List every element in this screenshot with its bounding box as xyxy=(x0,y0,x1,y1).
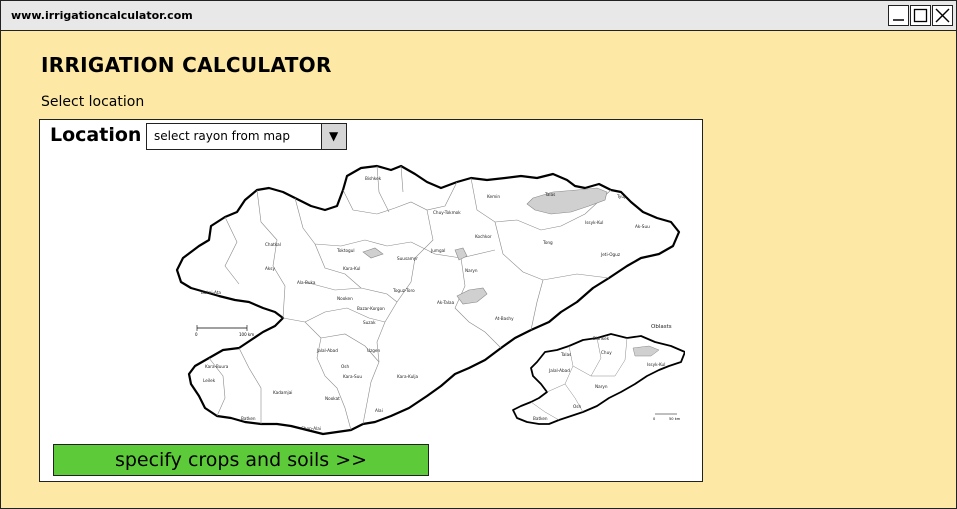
map-label: Suzak xyxy=(363,320,376,325)
scale-label: 100 km xyxy=(239,332,254,337)
map-label: Bakai-Ata xyxy=(201,290,221,295)
map-label: Batken xyxy=(241,416,256,421)
map-label: Kara-Kulja xyxy=(397,374,419,379)
map-label: Kara-Buura xyxy=(205,364,229,369)
map-label: Toguz-Toro xyxy=(392,288,415,293)
map-label: Nooken xyxy=(337,296,353,301)
inset-title: Oblasts xyxy=(651,324,672,330)
map-label: Kemin xyxy=(487,194,500,199)
oblast-inset-map[interactable]: Oblasts Talas Chuy Issyk-Kul Jalal-Abad … xyxy=(512,324,685,425)
map-label: Suusamyr xyxy=(397,256,418,261)
location-label: Location xyxy=(50,124,142,146)
browser-window: www.irrigationcalculator.com IRRIGATION … xyxy=(0,0,957,509)
rayon-select[interactable]: select rayon from map ▼ xyxy=(146,123,347,150)
map-label: Uzgen xyxy=(367,348,380,353)
map-label: Tong xyxy=(542,240,553,245)
minimize-icon xyxy=(893,19,904,21)
map-label: Bishkek xyxy=(365,176,382,181)
page-title: IRRIGATION CALCULATOR xyxy=(41,53,332,77)
scale-bar: 0 100 km xyxy=(195,325,254,337)
close-button[interactable] xyxy=(932,5,953,26)
inset-label: Osh xyxy=(573,404,581,409)
map-label: Nookat xyxy=(325,396,340,401)
map-label: Jalal-Abad xyxy=(316,348,338,353)
inset-label: Naryn xyxy=(595,384,608,389)
rayon-select-value: select rayon from map xyxy=(154,129,291,143)
location-panel: Location select rayon from map ▼ Talas B… xyxy=(39,119,703,482)
map-label: Kara-Kul xyxy=(343,266,360,271)
url-text[interactable]: www.irrigationcalculator.com xyxy=(11,9,193,22)
map-label: Kara-Suu xyxy=(343,374,362,379)
inset-label: Batken xyxy=(533,416,548,421)
map-label: Issyk-Kul xyxy=(585,220,603,225)
map-label: Aksy xyxy=(265,266,275,271)
map-label: Chatkal xyxy=(265,242,281,247)
inset-label: Talas xyxy=(560,352,571,357)
map-label: Osh xyxy=(341,364,349,369)
svg-text:0: 0 xyxy=(653,417,656,421)
specify-crops-soils-button[interactable]: specify crops and soils >> xyxy=(53,444,429,476)
map-label: Chon-Alai xyxy=(301,426,321,431)
map-label: Leilek xyxy=(203,378,216,383)
map-label: Jeti-Oguz xyxy=(600,252,621,257)
close-icon xyxy=(935,8,950,23)
dropdown-arrow-button[interactable]: ▼ xyxy=(321,124,346,149)
map-label: Tyup xyxy=(616,194,627,199)
inset-scale-bar: 0 50 km xyxy=(653,413,681,421)
map-label: Ak-Talaa xyxy=(437,300,455,305)
map-label: Kadamjai xyxy=(273,390,292,395)
scale-label: 0 xyxy=(195,332,198,337)
kyrgyzstan-rayon-map[interactable]: Talas Bishkek Chuy-Tokmok Kemin Tyup Ak-… xyxy=(165,162,685,439)
title-bar: www.irrigationcalculator.com xyxy=(1,1,956,31)
svg-text:50 km: 50 km xyxy=(669,417,681,421)
maximize-button[interactable] xyxy=(910,5,931,26)
map-label: Chuy-Tokmok xyxy=(433,210,461,215)
inset-label: Jalal-Abad xyxy=(548,368,570,373)
map-label: Bazar-Korgon xyxy=(357,306,385,311)
specify-crops-soils-label: specify crops and soils >> xyxy=(114,449,368,471)
map-label: Talas xyxy=(544,192,555,197)
chevron-down-icon: ▼ xyxy=(329,129,339,143)
map-label: Ala-Buka xyxy=(297,280,316,285)
maximize-icon xyxy=(913,8,928,23)
map-label: Jumgal xyxy=(430,248,445,253)
map-label: Naryn xyxy=(465,268,478,273)
inset-label: Chuy xyxy=(601,350,612,355)
map-label: Ak-Suu xyxy=(635,224,650,229)
inset-label: Bishkek xyxy=(593,336,610,341)
map-label: Alai xyxy=(375,408,383,413)
map-label: Toktogul xyxy=(336,248,355,253)
minimize-button[interactable] xyxy=(888,5,909,26)
section-subtitle: Select location xyxy=(41,94,145,110)
map-label: Kochkor xyxy=(475,234,492,239)
map-label: At-Bashy xyxy=(495,316,514,321)
inset-label: Issyk-Kul xyxy=(647,362,665,367)
